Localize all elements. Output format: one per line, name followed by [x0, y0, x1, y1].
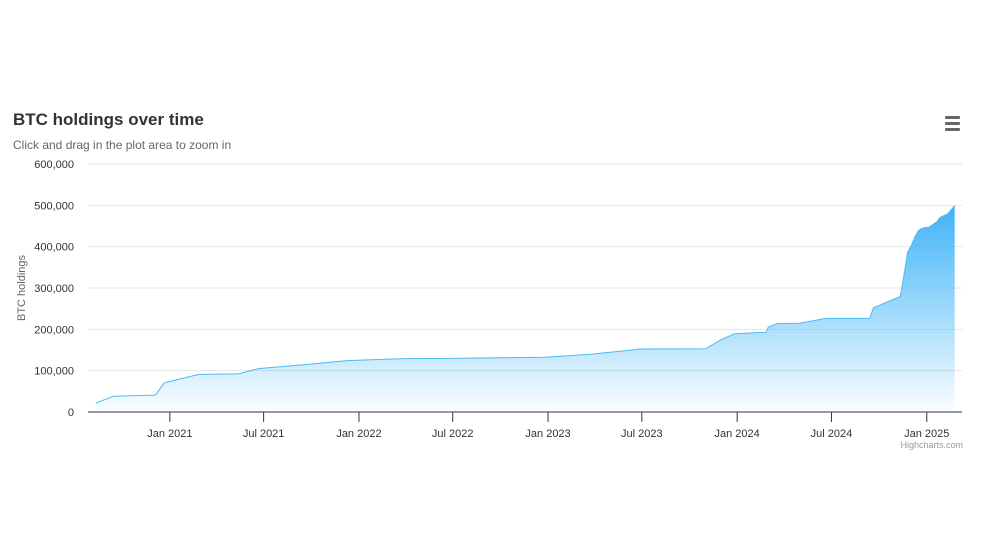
data-point — [909, 243, 914, 248]
data-point — [823, 316, 828, 321]
data-point — [845, 316, 850, 321]
data-point — [703, 346, 708, 351]
data-point — [198, 372, 203, 377]
y-tick-label: 400,000 — [34, 242, 74, 254]
data-point — [732, 331, 737, 336]
x-tick-label: Jul 2023 — [621, 428, 663, 440]
y-tick-label: 300,000 — [34, 283, 74, 295]
data-point — [927, 225, 932, 230]
x-tick-label: Jul 2022 — [432, 428, 474, 440]
y-tick-label: 500,000 — [34, 200, 74, 212]
data-point — [945, 212, 950, 217]
data-point — [938, 215, 943, 220]
data-point — [871, 305, 876, 310]
data-point — [256, 366, 261, 371]
data-point — [638, 347, 643, 352]
chart-container[interactable]: BTC holdings over time Click and drag in… — [0, 100, 984, 460]
x-tick-label: Jan 2022 — [336, 428, 381, 440]
x-tick-label: Jan 2025 — [904, 428, 949, 440]
data-point — [898, 294, 903, 299]
data-point — [775, 321, 780, 326]
x-tick-label: Jan 2024 — [715, 428, 760, 440]
data-point — [162, 380, 167, 385]
data-point — [450, 356, 455, 361]
credits-link[interactable]: Highcharts.com — [900, 440, 963, 450]
x-tick-label: Jul 2024 — [811, 428, 853, 440]
data-point — [796, 321, 801, 326]
y-tick-label: 0 — [68, 407, 74, 419]
data-point — [345, 358, 350, 363]
x-tick-label: Jul 2021 — [243, 428, 285, 440]
y-tick-label: 200,000 — [34, 324, 74, 336]
data-point — [905, 250, 910, 255]
data-point — [590, 352, 595, 357]
data-point — [912, 234, 917, 239]
data-point — [299, 362, 304, 367]
x-tick-label: Jan 2021 — [147, 428, 192, 440]
data-point — [764, 330, 769, 335]
data-point — [543, 355, 548, 360]
y-tick-label: 600,000 — [34, 159, 74, 171]
data-point — [766, 325, 771, 330]
data-point — [952, 203, 957, 208]
data-point — [153, 393, 158, 398]
series-area[interactable] — [93, 203, 957, 412]
x-tick-label: Jan 2023 — [525, 428, 570, 440]
chart-svg[interactable]: 0 100,000 200,000 300,000 400,000 500,000 600,… — [0, 100, 984, 460]
data-point — [718, 337, 723, 342]
area-fill — [95, 205, 955, 412]
data-point — [403, 356, 408, 361]
data-point — [111, 394, 116, 399]
data-point — [93, 401, 98, 406]
y-axis-title: BTC holdings — [16, 254, 28, 321]
data-point — [236, 371, 241, 376]
data-point — [867, 316, 872, 321]
data-point — [901, 273, 906, 278]
data-point — [935, 219, 940, 224]
y-tick-label: 100,000 — [34, 366, 74, 378]
